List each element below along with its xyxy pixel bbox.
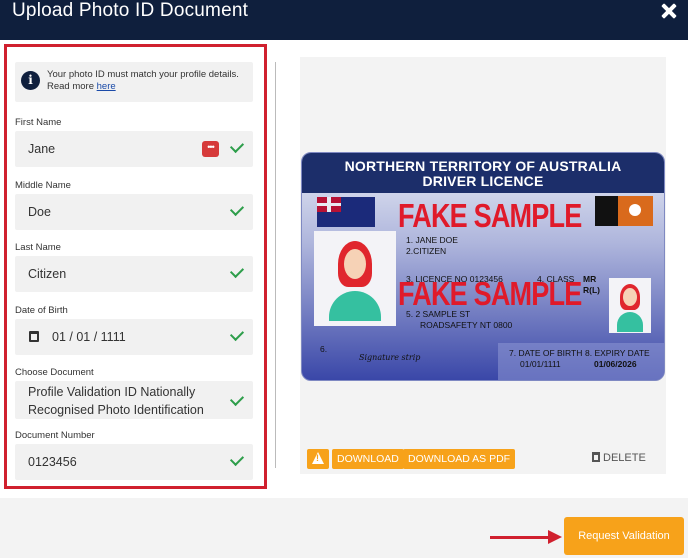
delete-label: DELETE: [603, 452, 646, 464]
annotation-arrow-head: [548, 530, 562, 544]
document-number-label: Document Number: [15, 430, 95, 441]
middle-name-value: Doe: [28, 205, 51, 219]
middle-name-field[interactable]: Doe: [15, 194, 253, 230]
warning-icon: [312, 452, 324, 464]
download-button[interactable]: DOWNLOAD: [332, 449, 404, 469]
card-licence-no: 3. LICENCE NO 0123456: [406, 274, 503, 284]
fake-sample-stamp: FAKE SAMPLE: [398, 197, 582, 234]
info-icon: i: [21, 71, 40, 90]
first-name-value: Jane: [28, 142, 56, 156]
card-expiry-value: 01/06/2026: [594, 359, 637, 369]
card-photo: [314, 231, 396, 326]
dob-field[interactable]: 01 / 01 / 1111: [15, 319, 253, 355]
password-manager-icon[interactable]: •••: [202, 141, 219, 157]
card-dob-label: 7. DATE OF BIRTH: [509, 348, 583, 358]
card-field6: 6.: [320, 344, 328, 354]
check-icon: [229, 391, 245, 407]
last-name-label: Last Name: [15, 242, 61, 253]
dialog-title: Upload Photo ID Document: [12, 0, 249, 21]
document-type-value: Profile Validation ID Nationally Recogni…: [28, 385, 204, 417]
document-type-select[interactable]: Profile Validation ID Nationally Recogni…: [15, 381, 253, 419]
card-address-line2: ROADSAFETY NT 0800: [420, 320, 513, 330]
delete-button[interactable]: DELETE: [592, 452, 646, 464]
annotation-arrow: [490, 536, 552, 539]
download-pdf-button[interactable]: DOWNLOAD AS PDF: [403, 449, 516, 469]
check-icon: [229, 263, 245, 279]
check-icon: [229, 326, 245, 342]
card-expiry-label: 8. EXPIRY DATE: [585, 348, 650, 358]
nt-flag-icon: [595, 196, 653, 226]
warning-button[interactable]: [307, 449, 329, 469]
request-validation-button[interactable]: Request Validation: [564, 517, 684, 555]
card-name-line2: 2.CITIZEN: [406, 246, 447, 256]
document-number-value: 0123456: [28, 455, 77, 469]
document-preview: NORTHERN TERRITORY OF AUSTRALIA DRIVER L…: [300, 57, 666, 474]
photo-face: [344, 249, 366, 279]
card-title-line1: NORTHERN TERRITORY OF AUSTRALIA: [344, 158, 622, 174]
australia-flag-icon: [317, 197, 375, 227]
photo-face: [623, 288, 637, 306]
check-icon: [229, 201, 245, 217]
card-class-value: MR: [583, 274, 597, 284]
dob-value: 01 / 01 / 1111: [52, 330, 126, 344]
profile-form: i Your photo ID must match your profile …: [4, 44, 267, 489]
middle-name-label: Middle Name: [15, 180, 71, 191]
dob-label: Date of Birth: [15, 305, 68, 316]
card-title-line2: DRIVER LICENCE: [422, 173, 544, 189]
info-text: Your photo ID must match your profile de…: [47, 69, 239, 92]
card-class-value2: R(L): [583, 285, 600, 295]
document-number-field[interactable]: 0123456: [15, 444, 253, 480]
card-name-line1: 1. JANE DOE: [406, 235, 458, 245]
photo-shirt: [329, 291, 381, 321]
signature-strip: Signature strip: [359, 353, 421, 362]
info-banner: i Your photo ID must match your profile …: [15, 62, 253, 102]
read-more-link[interactable]: here: [97, 81, 116, 92]
card-dob-value: 01/01/1111: [520, 359, 561, 369]
first-name-field[interactable]: Jane •••: [15, 131, 253, 167]
last-name-field[interactable]: Citizen: [15, 256, 253, 292]
dialog-header: Upload Photo ID Document: [0, 0, 688, 40]
card-address-line1: 5. 2 SAMPLE ST: [406, 309, 471, 319]
photo-shirt: [617, 312, 643, 332]
id-card-image: NORTHERN TERRITORY OF AUSTRALIA DRIVER L…: [301, 152, 665, 381]
panel-divider: [275, 62, 276, 468]
document-type-label: Choose Document: [15, 367, 94, 378]
last-name-value: Citizen: [28, 267, 67, 281]
close-icon[interactable]: [660, 2, 678, 20]
check-icon: [229, 451, 245, 467]
check-icon: [229, 138, 245, 154]
card-title: NORTHERN TERRITORY OF AUSTRALIA DRIVER L…: [302, 153, 664, 193]
trash-icon: [592, 452, 600, 462]
card-class-label: 4. CLASS: [537, 274, 575, 284]
card-photo-small: [609, 278, 651, 333]
calendar-icon[interactable]: [29, 331, 39, 342]
first-name-label: First Name: [15, 117, 62, 128]
